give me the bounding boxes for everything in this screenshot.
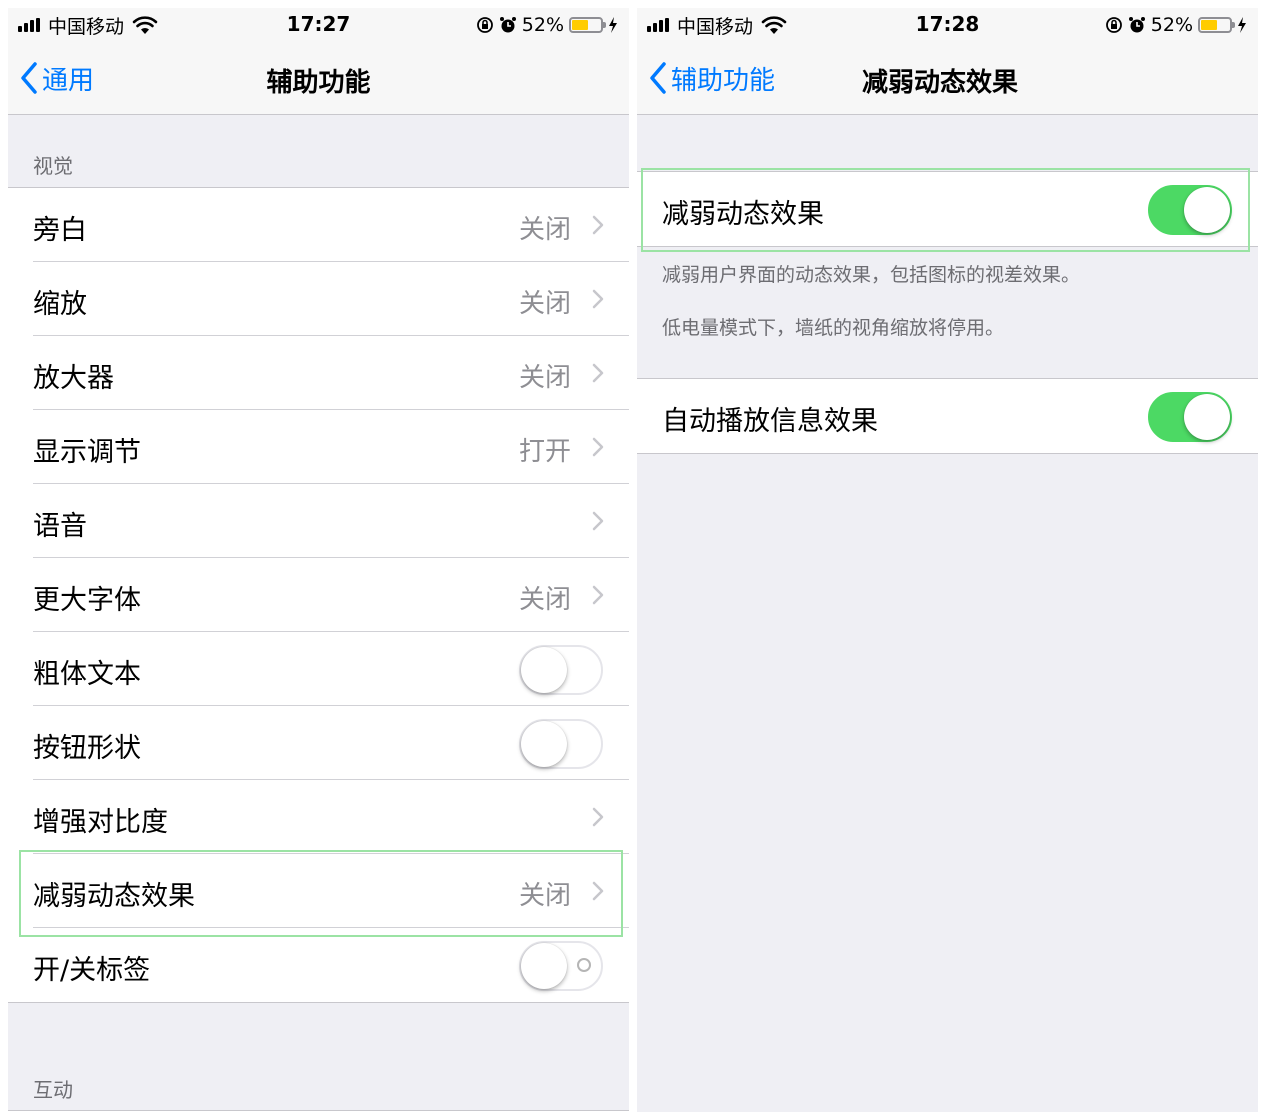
chevron-right-icon (592, 437, 604, 457)
back-button[interactable]: 辅助功能 (649, 60, 775, 96)
row-value: 打开 (518, 437, 571, 467)
row-value: 关闭 (518, 363, 571, 393)
vision-settings-group: 旁白 关闭 缩放 关闭 放大器 关闭 显示调节 打开 语音 更大字体 关闭 粗体… (8, 187, 629, 1003)
chevron-right-icon (592, 511, 604, 531)
auto-play-group: 自动播放信息效果 (637, 378, 1258, 454)
button-shapes-toggle[interactable] (519, 719, 603, 769)
charging-bolt-icon (1238, 17, 1246, 33)
nav-bar: 通用 辅助功能 (8, 42, 629, 115)
row-label: 放大器 (33, 363, 114, 394)
battery-icon (569, 17, 606, 33)
chevron-right-icon (592, 363, 604, 383)
row-label: 减弱动态效果 (33, 881, 195, 912)
row-value: 关闭 (518, 585, 571, 615)
row-label: 开/关标签 (33, 955, 151, 986)
nav-bar: 辅助功能 减弱动态效果 (637, 42, 1258, 115)
reduce-motion-group: 减弱动态效果 (637, 171, 1258, 247)
row-larger-text[interactable]: 更大字体 关闭 (8, 557, 629, 632)
row-increase-contrast[interactable]: 增强对比度 (8, 779, 629, 854)
section-header-vision: 视觉 (33, 154, 73, 178)
back-label: 辅助功能 (671, 65, 776, 96)
row-label: 粗体文本 (33, 659, 141, 690)
bold-text-toggle[interactable] (519, 645, 603, 695)
chevron-right-icon (592, 807, 604, 827)
orientation-lock-icon (476, 17, 493, 33)
row-label: 显示调节 (33, 437, 141, 468)
alarm-icon (499, 17, 516, 33)
section-header-interaction: 互动 (33, 1078, 73, 1102)
row-voiceover[interactable]: 旁白 关闭 (8, 188, 629, 262)
on-off-labels-toggle[interactable] (519, 941, 603, 991)
chevron-right-icon (592, 215, 604, 235)
page-title: 减弱动态效果 (862, 68, 1019, 98)
chevron-left-icon (650, 62, 666, 94)
row-label: 旁白 (33, 215, 87, 246)
row-display-accommodations[interactable]: 显示调节 打开 (8, 409, 629, 484)
status-bar: 中国移动 17:28 52% (637, 8, 1258, 42)
page-title: 辅助功能 (266, 68, 371, 98)
orientation-lock-icon (1105, 17, 1122, 33)
row-magnifier[interactable]: 放大器 关闭 (8, 335, 629, 410)
row-bold-text: 粗体文本 (8, 631, 629, 706)
row-label: 按钮形状 (33, 733, 141, 764)
row-reduce-motion: 减弱动态效果 (637, 172, 1258, 246)
interaction-settings-group (8, 1110, 629, 1112)
auto-play-message-effects-toggle[interactable] (1148, 392, 1232, 442)
chevron-right-icon (592, 881, 604, 901)
row-auto-play-message-effects: 自动播放信息效果 (637, 379, 1258, 453)
row-label: 增强对比度 (33, 807, 168, 838)
row-zoom[interactable]: 缩放 关闭 (8, 261, 629, 336)
row-value: 关闭 (518, 215, 571, 245)
off-label-circle-icon (577, 958, 591, 972)
row-label: 减弱动态效果 (662, 199, 824, 230)
row-value: 关闭 (518, 289, 571, 319)
row-value: 关闭 (518, 881, 571, 911)
chevron-right-icon (592, 289, 604, 309)
row-speech[interactable]: 语音 (8, 483, 629, 558)
reduce-motion-toggle[interactable] (1148, 185, 1232, 235)
battery-percent: 52% (521, 14, 564, 36)
row-label: 更大字体 (33, 585, 141, 616)
charging-bolt-icon (609, 17, 617, 33)
reduce-motion-description: 减弱用户界面的动态效果，包括图标的视差效果。 (662, 264, 1081, 286)
battery-percent: 52% (1150, 14, 1193, 36)
row-label: 语音 (33, 511, 87, 542)
low-power-note: 低电量模式下，墙纸的视角缩放将停用。 (662, 317, 1005, 339)
status-bar: 中国移动 17:27 52% (8, 8, 629, 42)
row-label: 自动播放信息效果 (662, 406, 878, 437)
reduce-motion-screen: 中国移动 17:28 52% 辅助功能 减弱动态效果 减弱动态效果 减弱用户界面… (637, 8, 1258, 1112)
accessibility-screen: 中国移动 17:27 52% 通用 辅助功能 视觉 旁白 关闭 缩放 关闭 放大… (8, 8, 629, 1112)
alarm-icon (1128, 17, 1145, 33)
row-on-off-labels: 开/关标签 (8, 927, 629, 1002)
row-reduce-motion[interactable]: 减弱动态效果 关闭 (8, 853, 629, 928)
chevron-right-icon (592, 585, 604, 605)
battery-icon (1198, 17, 1235, 33)
row-label: 缩放 (33, 289, 87, 320)
row-button-shapes: 按钮形状 (8, 705, 629, 780)
